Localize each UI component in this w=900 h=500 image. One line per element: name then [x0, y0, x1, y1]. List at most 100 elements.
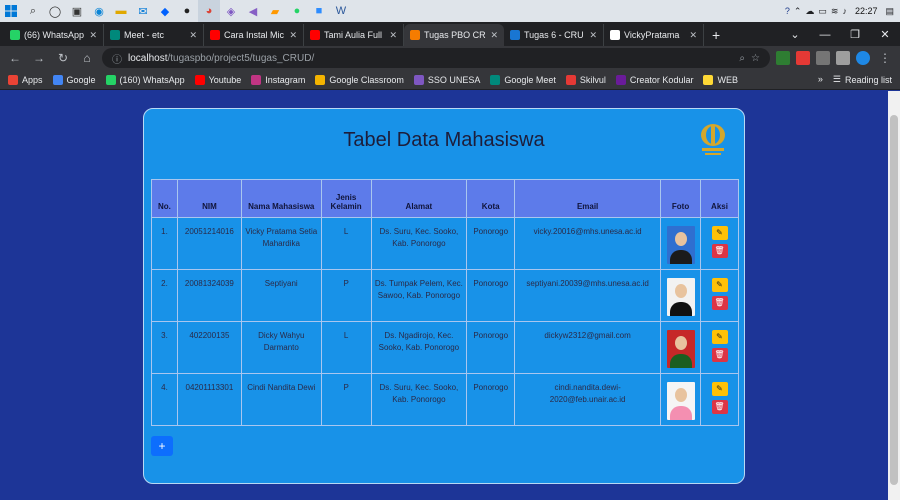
reading-list-label: Reading list — [844, 74, 892, 85]
cloud-icon[interactable]: ☁ — [805, 6, 814, 17]
whatsapp-icon[interactable]: ● — [286, 0, 308, 22]
bookmark-favicon-icon — [251, 74, 262, 85]
battery-icon[interactable]: ▭ — [818, 6, 827, 17]
bookmark-item[interactable]: Google — [52, 74, 96, 85]
notification-icon[interactable]: ▤ — [885, 6, 894, 17]
wifi-icon[interactable]: ≋ — [831, 6, 839, 17]
column-header: Kota — [466, 179, 516, 218]
tab-close-icon[interactable]: ✕ — [589, 30, 597, 41]
volume-icon[interactable]: ♪ — [842, 6, 847, 16]
bookmark-item[interactable]: Instagram — [251, 74, 306, 85]
tab-close-icon[interactable]: ✕ — [89, 30, 97, 41]
reload-icon[interactable]: ↻ — [54, 51, 72, 65]
browser-tab[interactable]: Tugas 6 - CRU ✕ — [504, 24, 604, 46]
windows-start-icon[interactable] — [0, 0, 22, 22]
edit-icon: ✎ — [716, 228, 723, 237]
mail-icon[interactable]: ✉ — [132, 0, 154, 22]
bookmark-item[interactable]: Google Meet — [490, 74, 556, 85]
student-photo — [666, 278, 695, 316]
student-photo — [666, 382, 695, 420]
scrollbar-thumb[interactable] — [890, 115, 898, 485]
tab-favicon-icon — [10, 30, 20, 40]
cell-email: septiyani.20039@mhs.unesa.ac.id — [514, 269, 662, 322]
bookmark-item[interactable]: Apps — [8, 74, 43, 85]
delete-button[interactable]: 🗑 — [711, 400, 728, 414]
edit-button[interactable]: ✎ — [711, 330, 728, 344]
tab-close-icon[interactable]: ✕ — [490, 30, 498, 41]
browser-tab[interactable]: Tugas PBO CRU ✕ — [404, 24, 504, 46]
file-explorer-icon[interactable]: ▬ — [110, 0, 132, 22]
home-icon[interactable]: ⌂ — [78, 51, 96, 65]
puzzle-icon[interactable] — [836, 51, 850, 65]
browser-tab[interactable]: Cara Instal Mic ✕ — [204, 24, 304, 46]
edit-button[interactable]: ✎ — [711, 226, 728, 240]
browser-tab[interactable]: Tami Aulia Full ✕ — [304, 24, 404, 46]
tab-close-icon[interactable]: ✕ — [389, 30, 397, 41]
sublime-icon[interactable]: ▰ — [264, 0, 286, 22]
cell-aksi: ✎ 🗑 — [700, 321, 739, 374]
zoom-icon[interactable]: ■ — [308, 0, 330, 22]
new-tab-button[interactable]: + — [704, 24, 728, 46]
bookmark-item[interactable]: (160) WhatsApp — [105, 74, 185, 85]
word-icon[interactable]: W — [330, 0, 352, 22]
forward-icon[interactable]: → — [30, 51, 48, 65]
chrome-icon[interactable]: ◕ — [198, 0, 220, 22]
game-icon[interactable]: ◈ — [220, 0, 242, 22]
column-header: NIM — [176, 179, 242, 218]
reading-list[interactable]: ☰ Reading list — [833, 74, 892, 85]
cell-foto — [660, 321, 702, 374]
search-icon[interactable]: ⌕ — [22, 0, 44, 22]
bookmark-label: Instagram — [265, 74, 306, 85]
minimize-icon[interactable]: — — [810, 24, 840, 46]
info-icon[interactable]: ⓘ — [112, 51, 122, 66]
browser-tab[interactable]: VickyPratama ✕ — [604, 24, 704, 46]
chevron-up-icon[interactable]: ⌃ — [794, 6, 802, 17]
cell-jk: L — [320, 321, 372, 374]
tab-search-icon[interactable]: ⌄ — [780, 24, 810, 46]
delete-button[interactable]: 🗑 — [711, 348, 728, 362]
tab-close-icon[interactable]: ✕ — [689, 30, 697, 41]
bookmark-item[interactable]: Google Classroom — [315, 74, 404, 85]
scrollbar[interactable] — [888, 91, 900, 500]
back-icon[interactable]: ← — [6, 51, 24, 65]
bookmarks-more[interactable]: » — [818, 74, 823, 85]
avatar[interactable] — [856, 51, 870, 65]
bookmark-item[interactable]: SSO UNESA — [413, 74, 480, 85]
close-window-icon[interactable]: ✕ — [870, 24, 900, 46]
bookmark-star-icon[interactable]: ☆ — [751, 53, 760, 64]
edit-button[interactable]: ✎ — [711, 382, 728, 396]
delete-button[interactable]: 🗑 — [711, 244, 728, 258]
delete-button[interactable]: 🗑 — [711, 296, 728, 310]
browser-tab[interactable]: (66) WhatsApp ✕ — [4, 24, 104, 46]
extension-icon[interactable] — [816, 51, 830, 65]
zoom-search-icon[interactable]: ⌕ — [739, 53, 745, 64]
extension-icon[interactable] — [776, 51, 790, 65]
add-button[interactable]: + — [151, 436, 173, 456]
cortana-icon[interactable]: ◯ — [44, 0, 66, 22]
task-view-icon[interactable]: ▣ — [66, 0, 88, 22]
tab-close-icon[interactable]: ✕ — [189, 30, 197, 41]
kebab-menu-icon[interactable]: ⋮ — [876, 51, 894, 65]
bookmark-item[interactable]: Creator Kodular — [615, 74, 693, 85]
bookmark-item[interactable]: Youtube — [194, 74, 241, 85]
browser-tab[interactable]: Meet - etc ✕ — [104, 24, 204, 46]
bookmark-item[interactable]: Skilvul — [565, 74, 606, 85]
edit-button[interactable]: ✎ — [711, 278, 728, 292]
visual-studio-icon[interactable]: ◀ — [242, 0, 264, 22]
restore-icon[interactable]: ❐ — [840, 24, 870, 46]
tab-close-icon[interactable]: ✕ — [289, 30, 297, 41]
cell-kota: Ponorogo — [466, 321, 516, 374]
cell-foto — [660, 269, 702, 322]
help-icon[interactable]: ? — [785, 6, 790, 16]
bookmark-item[interactable]: WEB — [703, 74, 738, 85]
address-bar[interactable]: ⓘ localhost/tugaspbo/project5/tugas_CRUD… — [102, 48, 770, 68]
extension-icon[interactable] — [796, 51, 810, 65]
cell-jk: P — [320, 269, 372, 322]
app-icon[interactable]: ● — [176, 0, 198, 22]
edge-icon[interactable]: ◉ — [88, 0, 110, 22]
tab-favicon-icon — [210, 30, 220, 40]
cell-jk: P — [320, 373, 372, 426]
tab-title: Meet - etc — [124, 30, 165, 40]
clock[interactable]: 22:27 — [855, 6, 878, 16]
dropbox-icon[interactable]: ◆ — [154, 0, 176, 22]
